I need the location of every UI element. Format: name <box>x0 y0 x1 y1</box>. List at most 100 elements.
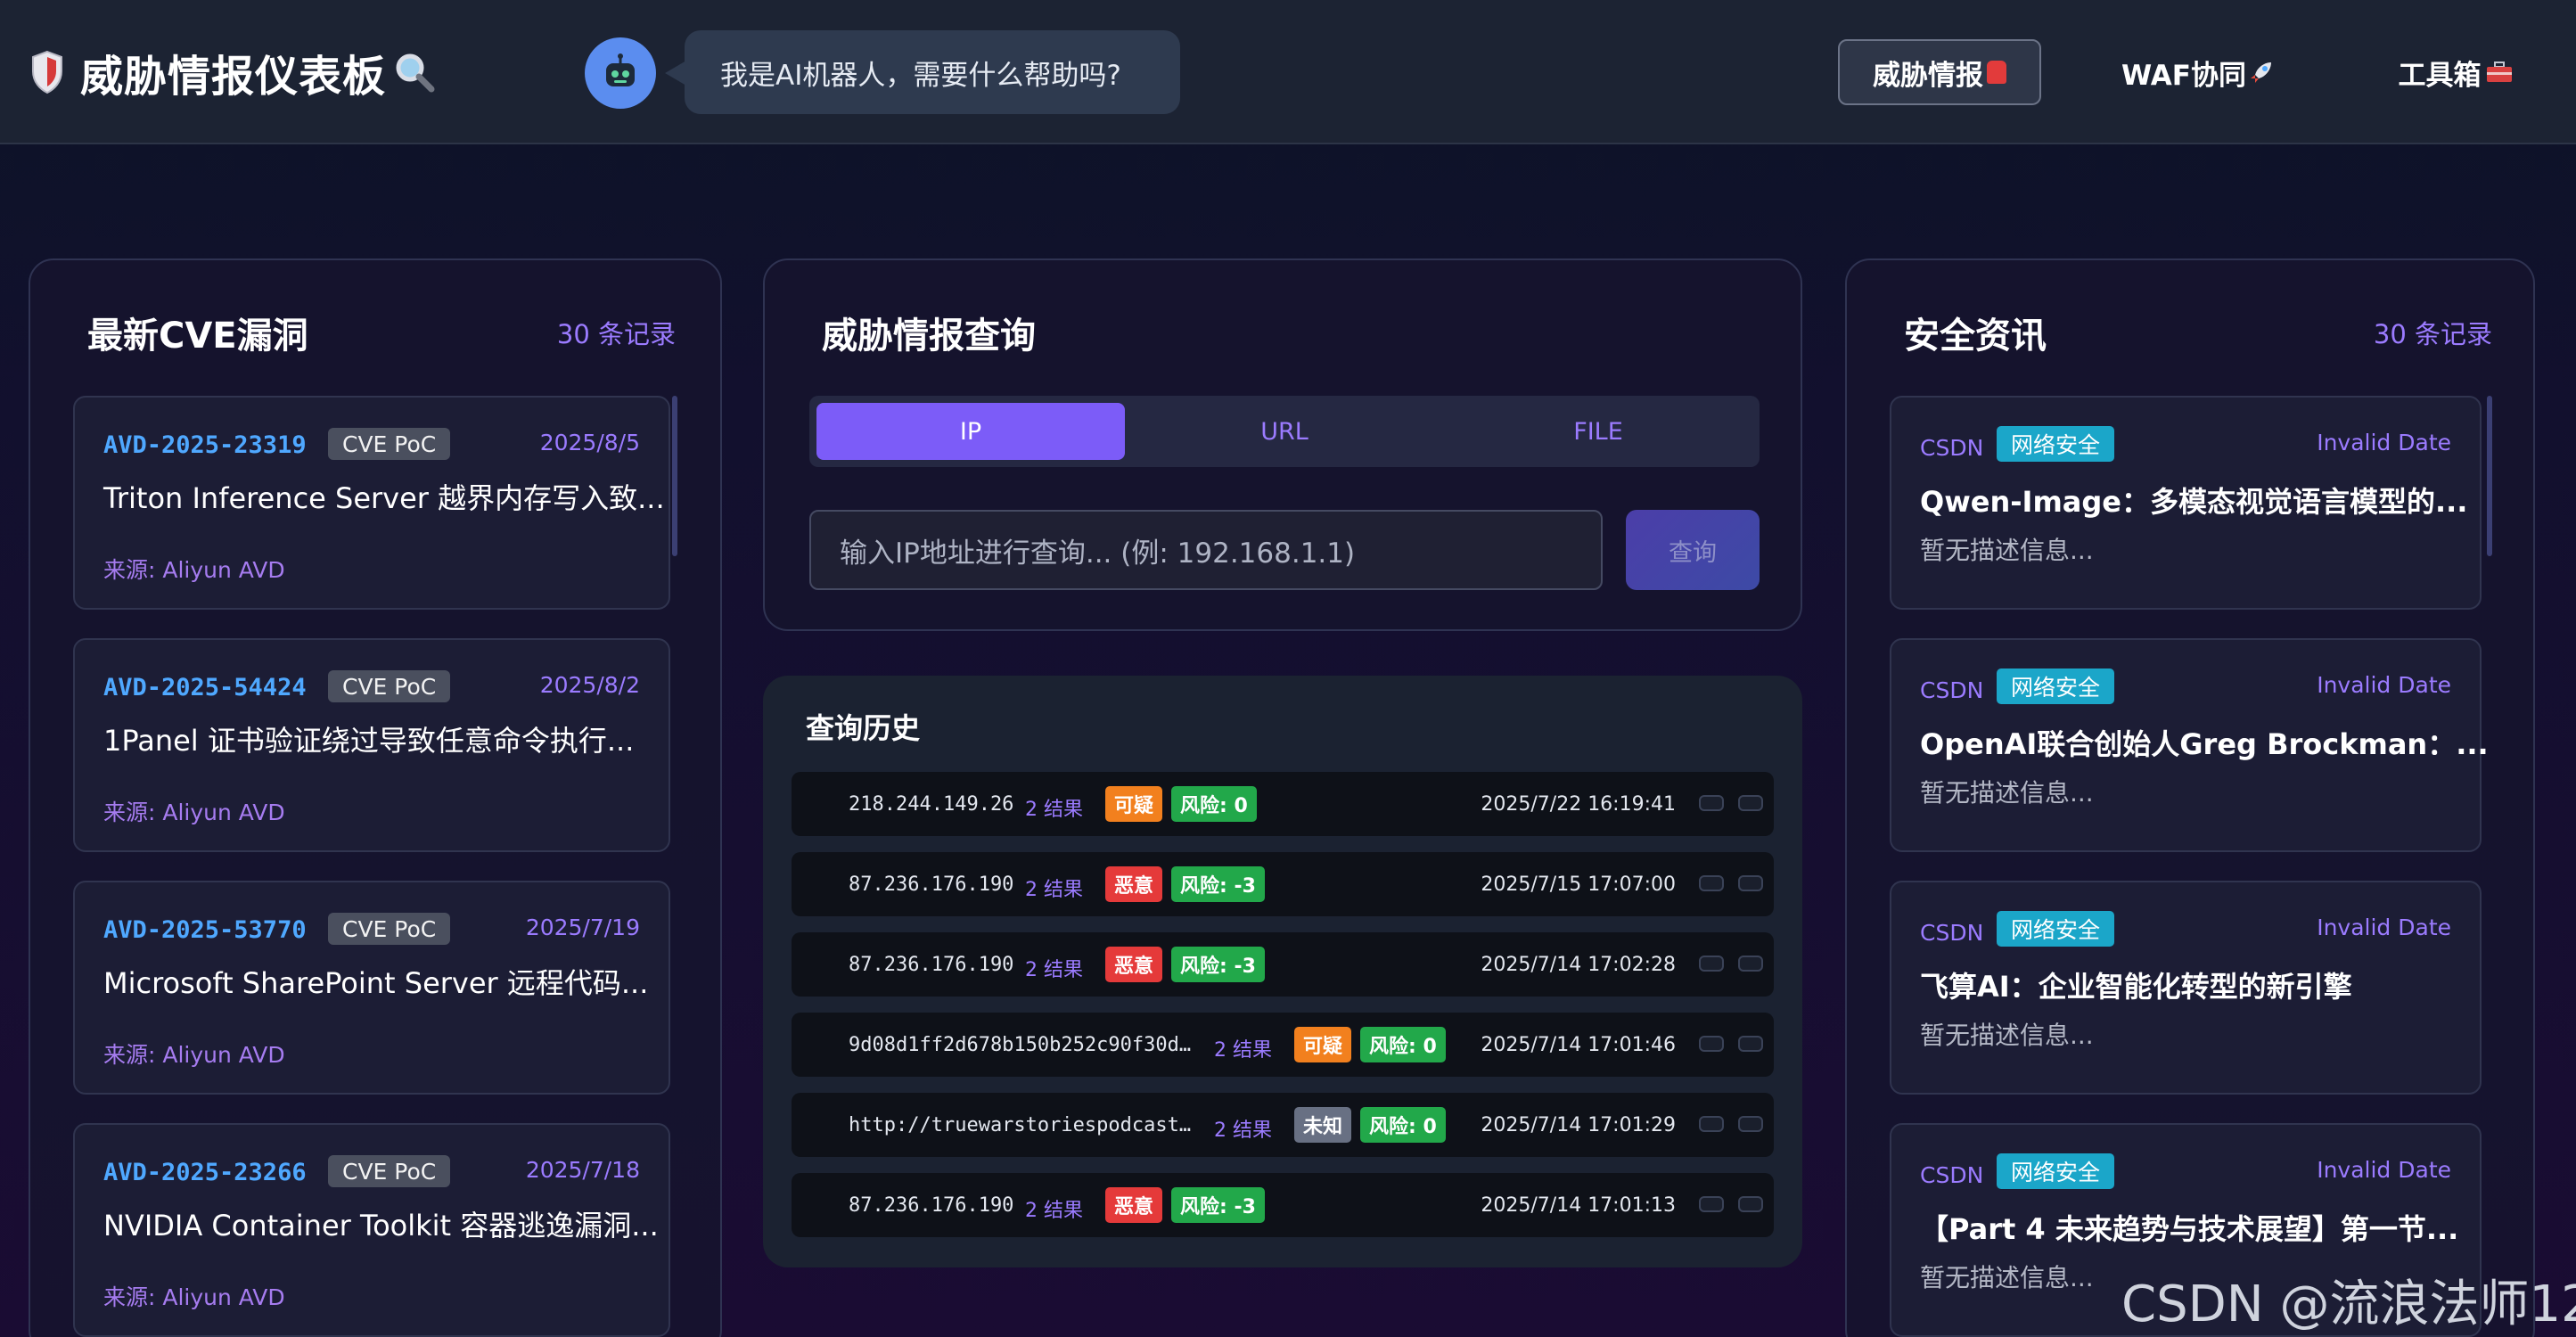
cve-id[interactable]: AVD-2025-23319 <box>103 431 307 459</box>
delete-icon[interactable] <box>1738 1196 1763 1212</box>
poc-badge: CVE PoC <box>328 670 451 702</box>
query-panel: 威胁情报查询 IP URL FILE 输入IP地址进行查询... (例: 192… <box>763 258 1802 631</box>
cve-scrollbar[interactable] <box>672 396 677 556</box>
news-date: Invalid Date <box>2317 430 2451 455</box>
news-source: CSDN <box>1920 1162 1984 1188</box>
news-panel: 安全资讯 30 条记录 CSDN 网络安全 Invalid Date Qwen-… <box>1845 258 2535 1337</box>
cve-id[interactable]: AVD-2025-54424 <box>103 674 307 701</box>
query-type-tabs: IP URL FILE <box>809 396 1760 467</box>
news-source: CSDN <box>1920 920 1984 946</box>
news-scrollbar[interactable] <box>2487 396 2492 556</box>
alarm-icon <box>1987 61 2006 84</box>
verdict-badge: 恶意 <box>1105 866 1163 902</box>
news-title[interactable]: 【Part 4 未来趋势与技术展望】第一节... <box>1920 1207 2458 1248</box>
tab-file[interactable]: FILE <box>1444 403 1752 460</box>
news-source: CSDN <box>1920 677 1984 703</box>
robot-icon <box>606 53 635 86</box>
cve-card[interactable]: AVD-2025-53770 CVE PoC 2025/7/19 Microso… <box>73 881 670 1095</box>
poc-badge: CVE PoC <box>328 428 451 460</box>
history-time: 2025/7/15 17:07:00 <box>1481 874 1676 896</box>
news-title[interactable]: 飞算AI：企业智能化转型的新引擎 <box>1920 964 2352 1005</box>
history-row[interactable]: 9d08d1ff2d678b150b252c90f30d… 2 结果 可疑 风险… <box>792 1013 1774 1077</box>
ip-query-input[interactable]: 输入IP地址进行查询... (例: 192.168.1.1) <box>809 510 1603 590</box>
tab-ip[interactable]: IP <box>816 403 1125 460</box>
delete-icon[interactable] <box>1738 1036 1763 1052</box>
verdict-badge: 可疑 <box>1294 1027 1352 1062</box>
cve-date: 2025/7/18 <box>525 1157 640 1183</box>
risk-badge: 风险: -3 <box>1171 1187 1265 1223</box>
history-row[interactable]: http://truewarstoriespodcast… 2 结果 未知 风险… <box>792 1093 1774 1157</box>
verdict-badge: 可疑 <box>1105 786 1163 822</box>
poc-badge: CVE PoC <box>328 1155 451 1187</box>
news-panel-title: 安全资讯 <box>1904 316 2047 357</box>
cve-date: 2025/8/2 <box>539 672 640 698</box>
risk-badge: 风险: -3 <box>1171 947 1265 982</box>
ai-robot-avatar[interactable] <box>585 37 656 109</box>
cve-title: Microsoft SharePoint Server 远程代码... <box>103 966 649 1000</box>
news-tag: 网络安全 <box>1997 668 2115 704</box>
news-source: CSDN <box>1920 435 1984 461</box>
view-icon[interactable] <box>1699 875 1724 891</box>
cve-card[interactable]: AVD-2025-54424 CVE PoC 2025/8/2 1Panel 证… <box>73 638 670 852</box>
query-button[interactable]: 查询 <box>1626 510 1760 590</box>
delete-icon[interactable] <box>1738 1116 1763 1132</box>
news-card[interactable]: CSDN 网络安全 Invalid Date 飞算AI：企业智能化转型的新引擎 … <box>1890 881 2482 1095</box>
news-tag: 网络安全 <box>1997 911 2115 947</box>
shield-icon <box>32 50 62 94</box>
cve-id[interactable]: AVD-2025-23266 <box>103 1159 307 1186</box>
cve-id[interactable]: AVD-2025-53770 <box>103 916 307 944</box>
cve-card[interactable]: AVD-2025-23266 CVE PoC 2025/7/18 NVIDIA … <box>73 1123 670 1337</box>
view-icon[interactable] <box>1699 795 1724 811</box>
delete-icon[interactable] <box>1738 875 1763 891</box>
news-desc: 暂无描述信息... <box>1920 1021 2094 1050</box>
view-icon[interactable] <box>1699 1036 1724 1052</box>
nav-waf[interactable]: WAF协同 <box>2109 39 2287 105</box>
view-icon[interactable] <box>1699 956 1724 972</box>
history-target: 9d08d1ff2d678b150b252c90f30d… <box>849 1034 1192 1056</box>
history-target: 87.236.176.190 <box>849 954 1014 976</box>
news-card[interactable]: CSDN 网络安全 Invalid Date OpenAI联合创始人Greg B… <box>1890 638 2489 852</box>
risk-badge: 风险: 0 <box>1360 1107 1446 1143</box>
history-results: 2 结果 <box>1025 879 1083 901</box>
history-title: 查询历史 <box>806 711 921 745</box>
cve-title: NVIDIA Container Toolkit 容器逃逸漏洞... <box>103 1209 659 1243</box>
history-row[interactable]: 87.236.176.190 2 结果 恶意 风险: -3 2025/7/15 … <box>792 852 1774 916</box>
cve-panel-title: 最新CVE漏洞 <box>87 316 308 357</box>
delete-icon[interactable] <box>1738 956 1763 972</box>
cve-count: 30 条记录 <box>556 319 676 349</box>
bot-message: 我是AI机器人，需要什么帮助吗? <box>720 59 1121 92</box>
history-time: 2025/7/14 17:01:13 <box>1481 1194 1676 1217</box>
nav-threat-intel[interactable]: 威胁情报 <box>1838 39 2041 105</box>
history-time: 2025/7/14 17:02:28 <box>1481 954 1676 976</box>
history-results: 2 结果 <box>1025 1200 1083 1222</box>
history-time: 2025/7/14 17:01:46 <box>1481 1034 1676 1056</box>
magnifier-icon <box>396 53 435 93</box>
delete-icon[interactable] <box>1738 795 1763 811</box>
history-target: 87.236.176.190 <box>849 874 1014 896</box>
history-panel: 查询历史 218.244.149.26 2 结果 可疑 风险: 0 2025/7… <box>763 676 1802 1267</box>
news-desc: 暂无描述信息... <box>1920 536 2094 565</box>
tab-url[interactable]: URL <box>1130 403 1439 460</box>
bot-chat-bubble[interactable]: 我是AI机器人，需要什么帮助吗? <box>665 30 1180 114</box>
news-tag: 网络安全 <box>1997 426 2115 462</box>
view-icon[interactable] <box>1699 1196 1724 1212</box>
news-desc: 暂无描述信息... <box>1920 778 2094 808</box>
news-title[interactable]: OpenAI联合创始人Greg Brockman：... <box>1920 722 2489 763</box>
history-row[interactable]: 87.236.176.190 2 结果 恶意 风险: -3 2025/7/14 … <box>792 932 1774 997</box>
history-results: 2 结果 <box>1214 1120 1272 1142</box>
history-row[interactable]: 218.244.149.26 2 结果 可疑 风险: 0 2025/7/22 1… <box>792 772 1774 836</box>
news-count: 30 条记录 <box>2373 319 2492 349</box>
brand[interactable]: 威胁情报仪表板 <box>30 43 436 102</box>
news-desc: 暂无描述信息... <box>1920 1263 2094 1292</box>
verdict-badge: 未知 <box>1294 1107 1352 1143</box>
history-row[interactable]: 87.236.176.190 2 结果 恶意 风险: -3 2025/7/14 … <box>792 1173 1774 1237</box>
view-icon[interactable] <box>1699 1116 1724 1132</box>
cve-source: 来源: Aliyun AVD <box>103 1042 285 1068</box>
cve-source: 来源: Aliyun AVD <box>103 1284 285 1310</box>
news-title[interactable]: Qwen-Image：多模态视觉语言模型的... <box>1920 480 2467 521</box>
history-target: http://truewarstoriespodcast… <box>849 1114 1192 1136</box>
news-tag: 网络安全 <box>1997 1153 2115 1189</box>
nav-toolbox[interactable]: 工具箱 <box>2371 39 2540 105</box>
cve-card[interactable]: AVD-2025-23319 CVE PoC 2025/8/5 Triton I… <box>73 396 670 610</box>
news-card[interactable]: CSDN 网络安全 Invalid Date Qwen-Image：多模态视觉语… <box>1890 396 2482 610</box>
